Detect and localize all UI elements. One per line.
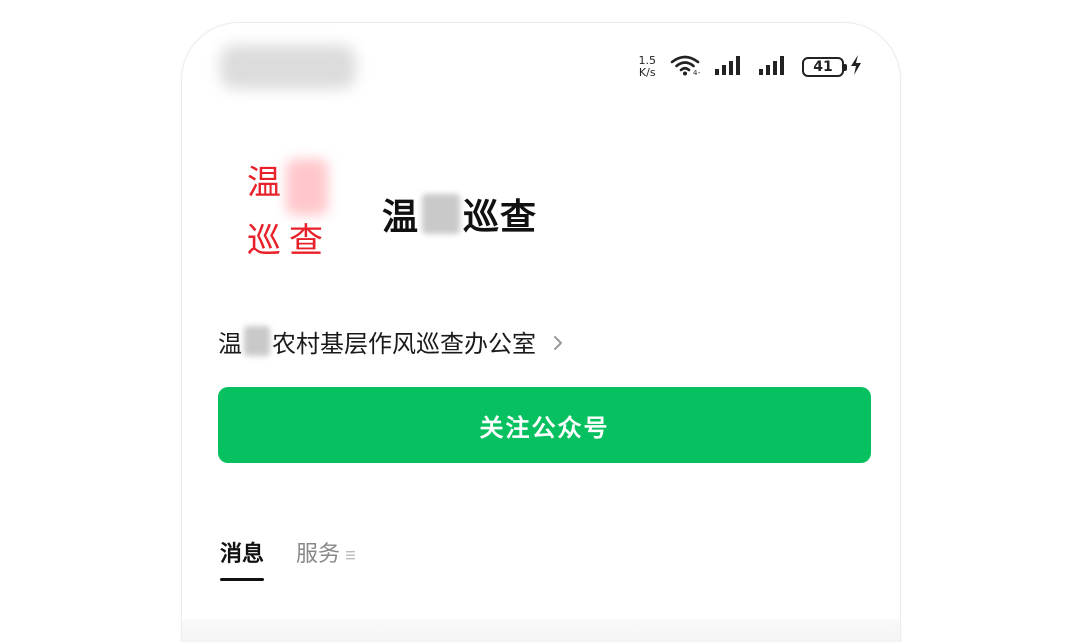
network-speed: 1.5 K/s [639, 55, 657, 79]
account-name-suffix: 巡查 [463, 197, 538, 238]
logo-char-2: 巡 [247, 221, 281, 261]
owner-prefix: 温 [218, 329, 242, 358]
tab-messages[interactable]: 消息 [220, 535, 265, 581]
account-logo: 温 巡 查 [244, 159, 330, 271]
logo-char-3: 查 [289, 221, 323, 261]
follow-account-button[interactable]: 关注公众号 [218, 387, 871, 463]
signal-strength-icon [714, 54, 744, 80]
account-name-prefix: 温 [382, 197, 420, 238]
owner-redacted [244, 326, 270, 356]
tab-messages-label: 消息 [220, 542, 265, 567]
tab-services[interactable]: 服务 [296, 535, 356, 575]
account-name: 温 巡查 [382, 191, 538, 238]
phone-screen: 1.5 K/s 4+ [181, 22, 901, 642]
screenshot-stage: 1.5 K/s 4+ [0, 0, 1080, 642]
account-name-redacted [422, 194, 461, 234]
owner-suffix: 农村基层作风巡查办公室 [272, 329, 536, 358]
signal-strength-icon-2 [758, 54, 788, 80]
logo-char-redacted [286, 159, 328, 215]
charging-bolt-icon [850, 54, 862, 80]
content-tabs: 消息 服务 [220, 535, 356, 595]
logo-char-1: 温 [247, 163, 281, 203]
status-time-redacted [220, 45, 356, 89]
feed-area-top [182, 619, 900, 642]
network-speed-unit: K/s [638, 66, 656, 79]
account-owner-link[interactable]: 温 农村基层作风巡查办公室 [218, 323, 568, 359]
svg-text:4+: 4+ [693, 69, 700, 76]
battery-group: 41 [802, 54, 862, 80]
battery-level: 41 [813, 59, 833, 75]
status-icons: 1.5 K/s 4+ [639, 51, 863, 83]
chevron-right-icon [548, 331, 568, 351]
menu-lines-icon [346, 535, 356, 575]
battery-icon: 41 [802, 57, 847, 77]
wifi-icon: 4+ [670, 54, 703, 80]
tab-services-label: 服务 [296, 542, 341, 567]
